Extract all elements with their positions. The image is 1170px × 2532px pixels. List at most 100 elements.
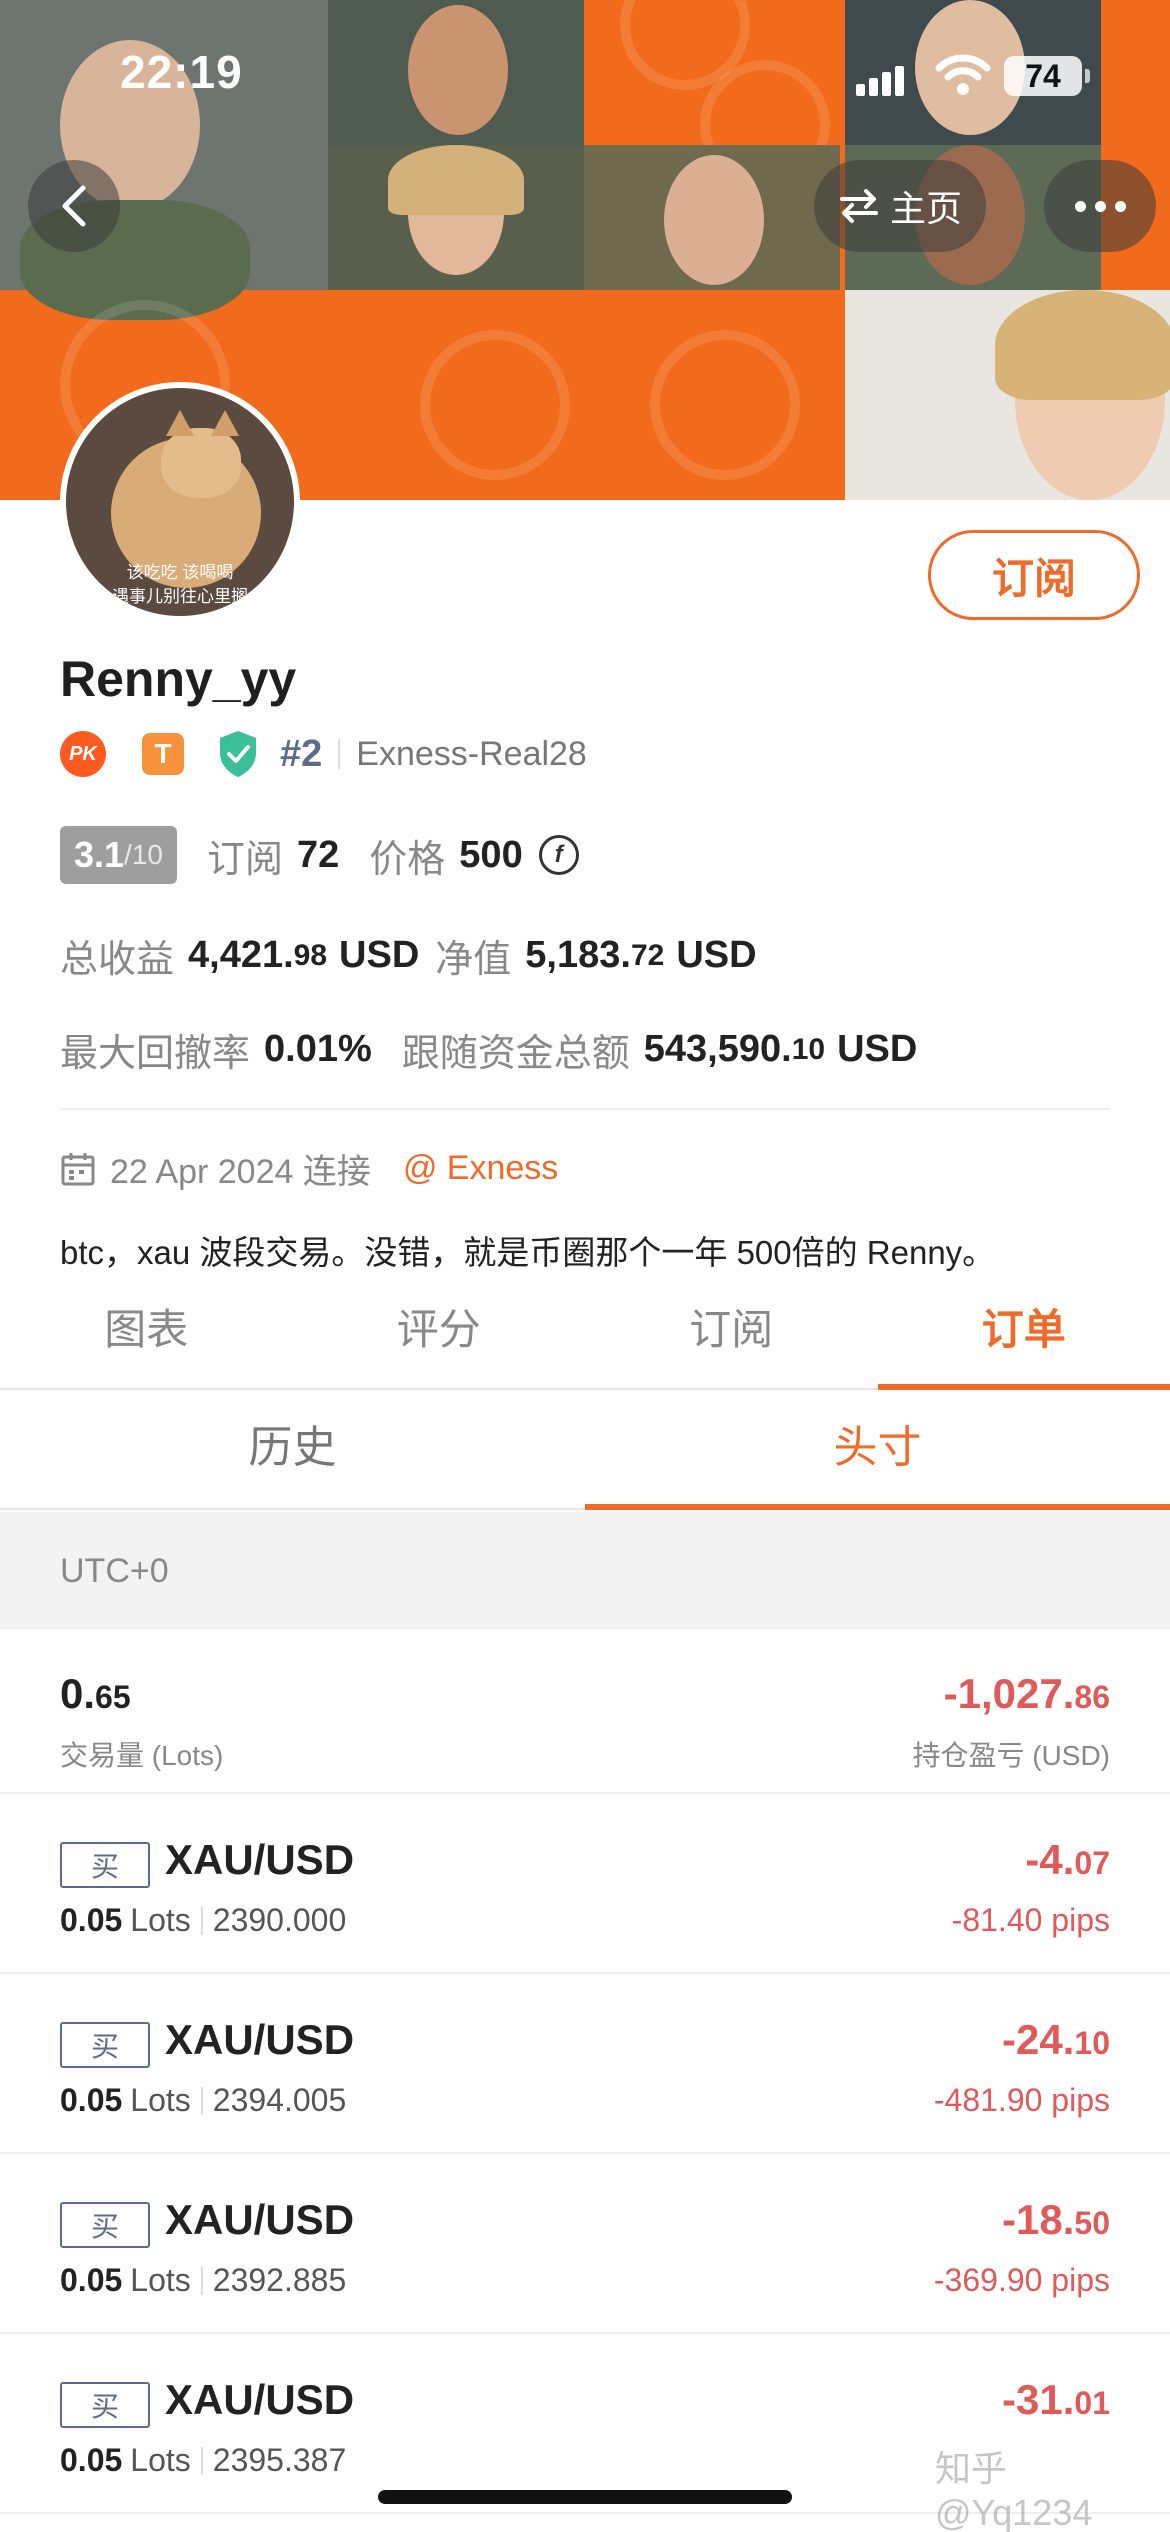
bio-text: btc，xau 波段交易。没错，就是币圈那个一年 500倍的 Renny。	[60, 1234, 996, 1271]
order-subtabs: 历史 头寸	[0, 1392, 1170, 1510]
order-price: 2390.000	[212, 1902, 347, 1938]
follow-funds-unit: USD	[837, 1028, 918, 1070]
home-indicator	[378, 2490, 792, 2504]
order-symbol: XAU/USD	[165, 1836, 355, 1883]
swap-icon	[839, 189, 878, 223]
list-item[interactable]: 买 XAU/USD 0.05 Lots 2394.005 -24.10 -481.9…	[0, 1974, 1170, 2154]
t-badge-icon: T	[142, 733, 184, 775]
broker-account: Exness-Real28	[356, 734, 587, 773]
equity-int: 5,183.	[525, 934, 631, 976]
banner-photo-4	[584, 145, 840, 290]
battery-icon: 74	[1004, 56, 1090, 96]
back-arrow-icon	[62, 185, 86, 227]
positions-summary: 0.65 交易量 (Lots) -1,027.86 持仓盈亏 (USD)	[0, 1630, 1170, 1794]
order-pnl-dec: 01	[1074, 2385, 1110, 2421]
order-price: 2395.387	[212, 2442, 347, 2478]
order-pips: -369.90 pips	[933, 2262, 1110, 2298]
order-lots: 0.05	[60, 2082, 123, 2118]
buy-tag: 买	[60, 2382, 150, 2428]
order-lots-unit: Lots	[130, 1902, 191, 1938]
list-item[interactable]: 买 XAU/USD 0.05 Lots 2392.885 -18.50 -369.9…	[0, 2154, 1170, 2334]
price-label: 价格	[369, 838, 446, 881]
timezone-label: UTC+0	[0, 1512, 1170, 1630]
back-button[interactable]	[28, 160, 120, 252]
pk-badge-icon: PK	[60, 731, 106, 777]
avatar-caption-2: 遇事儿别往心里搁	[112, 587, 248, 606]
order-symbol: XAU/USD	[165, 2196, 355, 2243]
buy-tag: 买	[60, 2202, 150, 2248]
subscribe-button[interactable]: 订阅	[928, 530, 1140, 620]
score-badge: 3.1 /10	[60, 826, 177, 884]
order-symbol: XAU/USD	[165, 2376, 355, 2423]
order-pnl-dec: 50	[1074, 2205, 1110, 2241]
banner-photo-7	[845, 290, 1170, 500]
order-price: 2394.005	[212, 2082, 347, 2118]
order-lots: 0.05	[60, 1902, 123, 1938]
calendar-icon	[61, 1152, 95, 1185]
pnl-dec: 86	[1074, 1679, 1110, 1715]
follow-funds-dec: 10	[791, 1032, 826, 1066]
more-button[interactable]	[1044, 160, 1156, 252]
total-profit-label: 总收益	[60, 939, 175, 981]
tab-orders[interactable]: 订单	[877, 1290, 1170, 1390]
banner-photo-3	[328, 145, 584, 290]
order-symbol: XAU/USD	[165, 2016, 355, 2063]
wifi-icon	[935, 54, 991, 95]
pnl-label: 持仓盈亏 (USD)	[912, 1740, 1110, 1771]
order-pnl-dec: 07	[1074, 1845, 1110, 1881]
volume-label: 交易量 (Lots)	[60, 1740, 224, 1771]
stats-row-2: 总收益 4,421. 98 USD 净值 5,183. 72 USD	[60, 928, 757, 983]
buy-tag: 买	[60, 1842, 150, 1888]
subscriptions-value: 72	[297, 833, 340, 876]
section-divider	[60, 1108, 1110, 1110]
rank-label: #2	[280, 732, 323, 775]
join-date: 22 Apr 2024 连接	[110, 1153, 371, 1191]
equity-dec: 72	[630, 938, 665, 972]
order-pips: -81.40 pips	[951, 1902, 1110, 1938]
order-pnl-int: -31.	[1002, 2376, 1075, 2423]
shield-check-icon	[220, 731, 256, 777]
buy-tag: 买	[60, 2022, 150, 2068]
tab-chart[interactable]: 图表	[0, 1290, 293, 1388]
score-total: /10	[124, 839, 163, 870]
follow-funds-label: 跟随资金总额	[401, 1033, 630, 1075]
total-profit-unit: USD	[339, 934, 420, 976]
watermark: 知乎 @Yq1234	[935, 2448, 1093, 2532]
order-price: 2392.885	[212, 2262, 347, 2298]
volume-dec: 65	[95, 1679, 131, 1715]
stats-row-3: 最大回撤率 0.01% 跟随资金总额 543,590. 10 USD	[60, 1022, 917, 1077]
tab-rating[interactable]: 评分	[293, 1290, 586, 1388]
list-item[interactable]: 买 XAU/USD 0.05 Lots 2390.000 -4.07 -81.40 …	[0, 1794, 1170, 1974]
total-profit-dec: 98	[293, 938, 328, 972]
signal-icon	[856, 64, 906, 96]
order-lots: 0.05	[60, 2442, 123, 2478]
coin-icon: f	[538, 835, 579, 875]
price-value: 500	[459, 833, 523, 876]
order-pnl-dec: 10	[1074, 2025, 1110, 2061]
equity-label: 净值	[435, 939, 512, 981]
tab-subscription[interactable]: 订阅	[585, 1290, 878, 1388]
order-lots-unit: Lots	[130, 2442, 191, 2478]
equity-unit: USD	[676, 934, 757, 976]
status-time: 22:19	[120, 46, 243, 98]
score-main: 3.1	[74, 834, 125, 875]
volume-int: 0.	[60, 1670, 96, 1717]
username: Renny_yy	[60, 651, 297, 707]
join-info: 22 Apr 2024 连接 @ Exness	[60, 1144, 558, 1193]
stats-row-1: 3.1 /10 订阅 72 价格 500 f	[60, 826, 579, 884]
subtab-history[interactable]: 历史	[0, 1392, 585, 1508]
home-label: 主页	[889, 188, 962, 229]
total-profit-int: 4,421.	[188, 934, 294, 976]
max-drawdown-value: 0.01%	[264, 1028, 372, 1070]
avatar[interactable]: 该吃吃 该喝喝 遇事儿别往心里搁	[60, 382, 300, 622]
order-pnl-int: -4.	[1025, 1836, 1075, 1883]
avatar-caption-1: 该吃吃 该喝喝	[126, 563, 234, 582]
order-pnl-int: -18.	[1002, 2196, 1075, 2243]
more-icon	[1074, 200, 1126, 212]
subtab-positions[interactable]: 头寸	[585, 1392, 1170, 1510]
order-lots-unit: Lots	[130, 2082, 191, 2118]
broker-link[interactable]: @ Exness	[403, 1149, 558, 1188]
divider	[338, 739, 341, 769]
order-pips: -481.90 pips	[933, 2082, 1110, 2118]
home-button[interactable]: 主页	[814, 160, 986, 252]
